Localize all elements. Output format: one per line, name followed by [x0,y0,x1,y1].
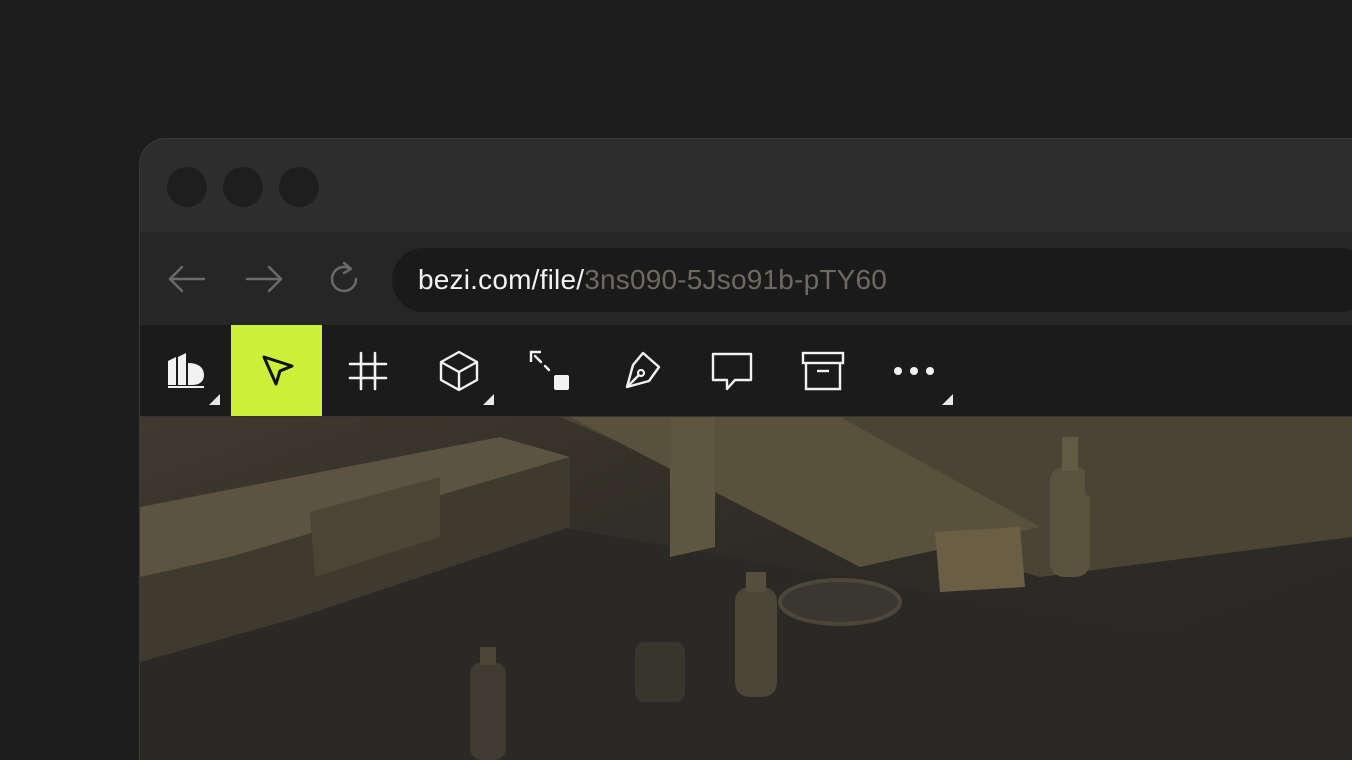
window-close-button[interactable] [167,167,207,207]
frame-tool-button[interactable] [322,325,413,416]
scale-resize-icon [529,350,569,390]
submenu-indicator [942,394,953,405]
window-minimize-button[interactable] [223,167,263,207]
browser-window: bezi.com/file/3ns090-5Jso91b-pTY60 [140,139,1352,760]
select-tool-button[interactable] [231,325,322,416]
reload-button[interactable] [324,259,364,299]
pen-tool-icon [625,351,660,388]
url-file-id: 3ns090-5Jso91b-pTY60 [584,264,888,295]
url-domain-path: bezi.com/file/ [418,264,585,295]
frame-hash-icon [348,351,387,390]
arrow-right-icon [245,265,283,293]
forward-button[interactable] [245,259,285,299]
back-button[interactable] [166,259,206,299]
comment-icon [711,352,752,390]
submenu-indicator [209,394,220,405]
more-tools-button[interactable] [868,325,959,416]
address-bar[interactable]: bezi.com/file/3ns090-5Jso91b-pTY60 [392,248,1352,312]
cursor-icon [262,355,293,385]
comment-tool-button[interactable] [686,325,777,416]
3d-scene-viewport[interactable] [140,417,1352,760]
arrow-left-icon [168,265,206,293]
bezi-logo-icon [167,352,204,388]
logo-menu-button[interactable] [140,325,231,416]
archive-box-icon [801,351,844,390]
pen-tool-button[interactable] [595,325,686,416]
object-tool-button[interactable] [413,325,504,416]
submenu-indicator [483,394,494,405]
transform-tool-button[interactable] [504,325,595,416]
window-maximize-button[interactable] [279,167,319,207]
window-titlebar [140,139,1352,232]
3d-scene-render [140,417,1352,760]
more-dots-icon [893,366,934,375]
assets-tool-button[interactable] [777,325,868,416]
app-toolbar [140,325,1352,417]
reload-icon [330,261,358,293]
browser-nav-bar: bezi.com/file/3ns090-5Jso91b-pTY60 [140,232,1352,325]
cube-icon [439,350,478,391]
